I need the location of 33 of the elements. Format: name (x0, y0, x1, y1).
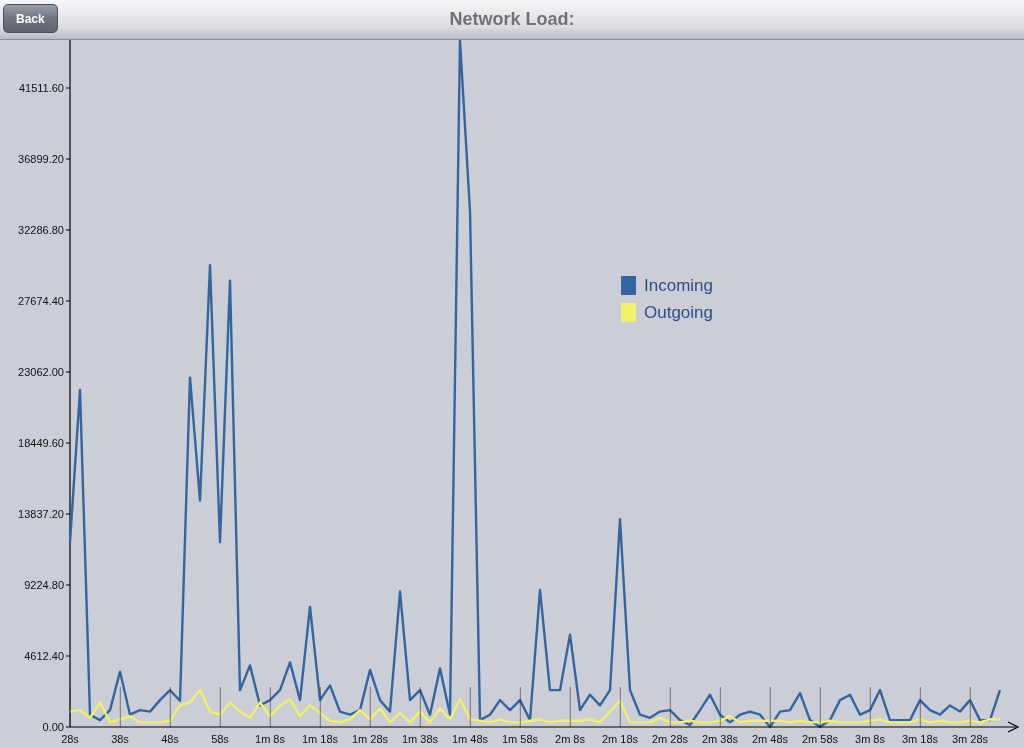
y-tick-label: 32286.80 (18, 224, 64, 236)
y-tick-label: 27674.40 (18, 295, 64, 307)
x-tick-label: 2m 18s (601, 733, 639, 745)
x-tick-label: 1m 18s (301, 733, 339, 745)
x-tick-label: 2m 48s (751, 733, 789, 745)
legend-label: Incoming (644, 276, 713, 295)
x-tick-label: 38s (111, 733, 129, 745)
x-tick-label: 2m 38s (701, 733, 739, 745)
legend-label: Outgoing (644, 303, 713, 322)
y-tick-label: 0.00 (42, 721, 64, 733)
x-tick-label: 3m 28s (951, 733, 989, 745)
y-tick-label: 23062.00 (18, 366, 64, 378)
y-tick-label: 18449.60 (18, 437, 64, 449)
x-tick-label: 2m 28s (651, 733, 689, 745)
x-tick-label: 2m 58s (801, 733, 839, 745)
x-tick-label: 28s (61, 733, 79, 745)
x-tick-label: 1m 8s (255, 733, 285, 745)
x-tick-label: 3m 18s (901, 733, 939, 745)
y-tick-label: 9224.80 (24, 579, 64, 591)
x-tick-label: 1m 48s (451, 733, 489, 745)
y-tick-label: 13837.20 (18, 508, 64, 520)
y-tick-label: 41511.60 (18, 82, 64, 94)
back-button[interactable]: Back (3, 4, 58, 33)
x-tick-label: 3m 8s (855, 733, 885, 745)
page-title: Network Load: (449, 9, 575, 30)
x-tick-label: 1m 28s (351, 733, 389, 745)
y-tick-label: 4612.40 (24, 650, 64, 662)
x-tick-label: 1m 38s (401, 733, 439, 745)
x-tick-label: 48s (161, 733, 179, 745)
y-tick-label: 36899.20 (18, 153, 64, 165)
x-tick-label: 1m 58s (501, 733, 539, 745)
x-tick-label: 2m 8s (555, 733, 585, 745)
x-tick-label: 58s (211, 733, 229, 745)
